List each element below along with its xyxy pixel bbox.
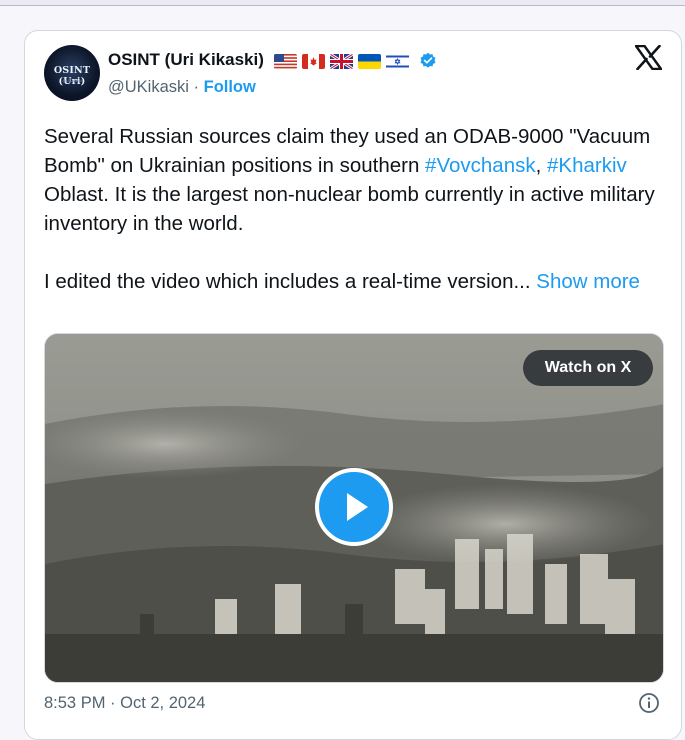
avatar-logo-subtext: @UKikaski [62,78,82,83]
tweet-text-segment: , [535,154,548,177]
verified-badge-icon [420,52,436,68]
watch-on-x-button[interactable]: Watch on X [523,350,653,386]
avatar[interactable]: OSINT (Uri) @UKikaski [44,45,100,101]
follow-button[interactable]: Follow [204,78,256,96]
show-more-link[interactable]: Show more [536,270,640,293]
author-flags [274,52,409,70]
play-icon [347,493,368,521]
tweet-timestamp[interactable]: 8:53 PM · Oct 2, 2024 [44,694,205,713]
ukraine-flag-icon [358,53,381,69]
info-icon[interactable] [638,692,660,714]
video-thumbnail[interactable]: Watch on X [44,333,664,683]
tweet-paragraph-2: I edited the video which includes a real… [44,267,664,296]
hashtag-kharkiv[interactable]: #Kharkiv [547,154,627,177]
us-flag-icon [274,53,297,69]
handle-separator: · [188,78,204,96]
tweet-text: Several Russian sources claim they used … [44,122,664,296]
uk-flag-icon [330,53,353,69]
tweet-paragraph-1: Several Russian sources claim they used … [44,122,664,238]
x-logo-icon[interactable] [635,45,662,70]
canada-flag-icon [302,53,325,69]
author-handle[interactable]: @UKikaski [108,78,189,96]
israel-flag-icon [386,53,409,69]
hashtag-vovchansk[interactable]: #Vovchansk [425,154,536,177]
tweet-text-segment: I edited the video which includes a real… [44,270,537,293]
author-name[interactable]: OSINT (Uri Kikaski) [108,50,264,70]
author-handle-line: @UKikaski · Follow [108,78,256,97]
play-button[interactable] [315,468,393,546]
avatar-logo-text: OSINT (Uri) [53,65,91,87]
window-top-border [0,0,685,6]
tweet-text-segment: Oblast. It is the largest non-nuclear bo… [44,183,655,235]
